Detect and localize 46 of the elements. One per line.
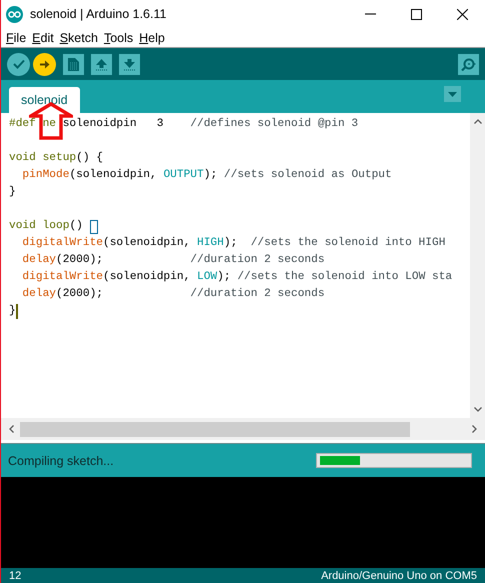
close-icon (456, 8, 468, 20)
code-line: } (9, 304, 16, 319)
bracket-highlight (90, 220, 98, 234)
save-button[interactable] (119, 54, 140, 74)
horizontal-scrollbar[interactable] (1, 418, 485, 443)
app-logo-icon (6, 6, 23, 22)
code-line: void setup() { (9, 150, 103, 166)
code-line: void loop() (9, 218, 84, 234)
serial-monitor-button[interactable] (458, 54, 479, 74)
menu-item[interactable]: Tools (100, 30, 136, 44)
scroll-left-icon[interactable] (9, 425, 14, 433)
code-line: digitalWrite(solenoidpin, LOW); //sets the solenoid into LOW sta (21, 270, 452, 285)
code-line: } (9, 184, 16, 200)
scroll-up-icon[interactable] (474, 119, 482, 124)
code-line: digitalWrite(solenoidpin, HIGH); //sets the solenoid into HIGH (21, 236, 446, 251)
menu-item[interactable]: Edit (29, 30, 57, 44)
window-title: solenoid | Arduino 1.6.11 (30, 7, 166, 21)
file-tab[interactable]: solenoid (9, 87, 80, 113)
down-arrow-icon (123, 58, 136, 70)
up-arrow-icon (95, 58, 108, 70)
board-port-label: Arduino/Genuino Uno on COM5 (321, 570, 477, 583)
vertical-scrollbar[interactable] (470, 113, 485, 418)
status-message: Compiling sketch... (8, 454, 114, 468)
menu-item[interactable]: Help (136, 30, 168, 44)
menu-item[interactable]: File (3, 30, 30, 44)
magnifier-icon (460, 57, 476, 71)
line-number: 12 (9, 570, 22, 583)
text-cursor (16, 304, 18, 319)
dropdown-caret-icon (448, 92, 457, 96)
tab-menu-button[interactable] (444, 86, 461, 102)
document-icon (68, 58, 79, 70)
right-arrow-icon (40, 60, 50, 68)
minimize-icon (364, 13, 376, 15)
code-line: #def ne solenoidpin 3 //defines solenoid @pin 3 (9, 116, 358, 132)
upload-button[interactable] (33, 52, 56, 76)
code-line: delay(2000); //duration 2 seconds (21, 252, 325, 268)
code-line: pinMode(solenoidpin, OUTPUT); //sets solenoid as Output (21, 168, 392, 183)
scroll-right-icon[interactable] (472, 425, 477, 433)
code-line: delay(2000); //duration 2 seconds (21, 286, 325, 302)
scroll-down-icon[interactable] (474, 407, 482, 412)
new-button[interactable] (63, 54, 84, 74)
open-button[interactable] (91, 54, 112, 74)
maximize-icon (410, 8, 422, 20)
check-icon (12, 59, 24, 69)
verify-button[interactable] (7, 52, 30, 76)
menu-item[interactable]: Sketch (56, 30, 101, 44)
